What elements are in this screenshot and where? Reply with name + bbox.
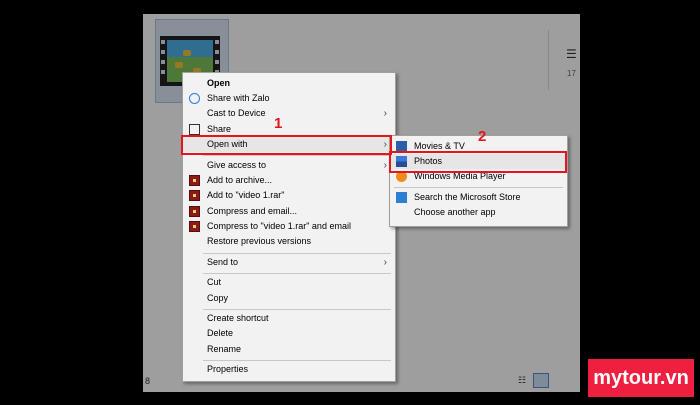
menu-divider	[394, 187, 563, 188]
menu-item-copy[interactable]: Copy	[183, 291, 395, 306]
submenu-item-search-store[interactable]: Search the Microsoft Store	[390, 190, 567, 205]
step-1-label: 1	[274, 115, 283, 132]
winrar-icon	[189, 190, 200, 201]
menu-divider	[203, 309, 391, 310]
open-with-submenu: Movies & TV Photos Windows Media Player …	[389, 135, 568, 227]
menu-item-compress-to-rar-and-email[interactable]: Compress to "video 1.rar" and email	[183, 219, 395, 234]
menu-item-give-access-to[interactable]: Give access to ›	[183, 158, 395, 173]
winrar-icon	[189, 175, 200, 186]
menu-item-cast-to-device[interactable]: Cast to Device ›	[183, 106, 395, 121]
menu-divider	[203, 253, 391, 254]
chevron-right-icon: ›	[383, 160, 387, 171]
submenu-item-choose-another-app[interactable]: Choose another app	[390, 205, 567, 220]
zalo-icon	[189, 93, 200, 104]
menu-item-properties[interactable]: Properties	[183, 362, 395, 377]
menu-divider	[203, 273, 391, 274]
menu-item-cut[interactable]: Cut	[183, 275, 395, 290]
chevron-right-icon: ›	[383, 257, 387, 268]
menu-item-restore-previous-versions[interactable]: Restore previous versions	[183, 234, 395, 249]
menu-item-delete[interactable]: Delete	[183, 326, 395, 341]
chevron-right-icon: ›	[383, 108, 387, 119]
context-menu: Open Share with Zalo Cast to Device › Sh…	[182, 72, 396, 382]
menu-item-send-to[interactable]: Send to ›	[183, 255, 395, 270]
menu-item-open[interactable]: Open	[183, 76, 395, 91]
winrar-icon	[189, 206, 200, 217]
step-2-label: 2	[478, 128, 487, 145]
open-with-highlight-box	[181, 135, 392, 155]
menu-divider	[203, 360, 391, 361]
brand-logo: mytour.vn	[588, 359, 694, 397]
menu-divider	[203, 155, 391, 156]
menu-item-create-shortcut[interactable]: Create shortcut	[183, 311, 395, 326]
menu-item-compress-and-email[interactable]: Compress and email...	[183, 204, 395, 219]
store-icon	[396, 192, 407, 203]
menu-item-add-to-rar[interactable]: Add to "video 1.rar"	[183, 188, 395, 203]
photos-highlight-box	[389, 151, 567, 173]
share-icon	[189, 124, 200, 135]
menu-item-add-to-archive[interactable]: Add to archive...	[183, 173, 395, 188]
menu-item-rename[interactable]: Rename	[183, 342, 395, 357]
winrar-icon	[189, 221, 200, 232]
menu-item-share-with-zalo[interactable]: Share with Zalo	[183, 91, 395, 106]
